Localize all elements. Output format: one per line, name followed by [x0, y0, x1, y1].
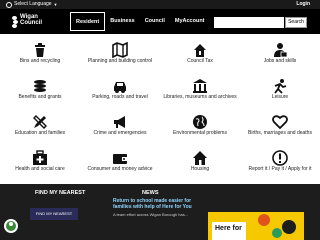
- utility-bar: Select Language ▼ Login: [0, 0, 320, 9]
- service-label: Health and social care: [15, 166, 65, 172]
- service-label: Benefits and grants: [18, 94, 62, 100]
- service-tile[interactable]: Jobs and skills: [240, 34, 320, 70]
- footer-section: FIND MY NEAREST NEWS FIND MY NEAREST Ret…: [0, 184, 320, 240]
- pencil-ruler-icon: [33, 115, 47, 129]
- megaphone-icon: [114, 116, 125, 128]
- nav-resident[interactable]: Resident: [70, 12, 106, 31]
- nav-council[interactable]: Council: [140, 12, 170, 31]
- service-label: Environmental problems: [173, 130, 227, 136]
- service-tile[interactable]: Libraries, museums and archives: [160, 70, 240, 106]
- promo-text: Here for: [215, 225, 242, 232]
- promo-card: Here for: [212, 222, 246, 240]
- service-label: Education and families: [14, 130, 66, 136]
- service-tile[interactable]: Parking, roads and travel: [80, 70, 160, 106]
- nav-myaccount[interactable]: MyAccount: [170, 12, 210, 31]
- service-tile[interactable]: Education and families: [0, 106, 80, 142]
- nav-business[interactable]: Business: [105, 12, 139, 31]
- house-icon: [193, 151, 207, 165]
- decorative-circle: [282, 220, 296, 234]
- service-label: Jobs and skills: [263, 58, 297, 64]
- find-nearest-heading: FIND MY NEAREST: [35, 190, 86, 196]
- logo-line2: Council: [20, 20, 42, 26]
- wigan-council-logo[interactable]: Wigan Council: [12, 13, 42, 31]
- chevron-down-icon: ▼: [53, 2, 58, 7]
- news-heading: NEWS: [142, 190, 159, 196]
- accessibility-icon[interactable]: [4, 219, 18, 233]
- service-label: Planning and building control: [87, 58, 153, 64]
- service-label: Bins and recycling: [19, 58, 61, 64]
- coins-icon: [34, 80, 46, 92]
- find-nearest-button[interactable]: FIND MY NEAREST: [30, 208, 78, 220]
- service-tile[interactable]: Consumer and money advice: [80, 142, 160, 178]
- heart-icon: [272, 115, 288, 130]
- service-label: Parking, roads and travel: [92, 94, 148, 100]
- service-label: Consumer and money advice: [87, 166, 153, 172]
- language-label: Select Language: [14, 1, 52, 7]
- language-selector[interactable]: Select Language ▼: [6, 1, 58, 8]
- search-button[interactable]: Search: [285, 17, 307, 28]
- service-tile[interactable]: Benefits and grants: [0, 70, 80, 106]
- service-label: Births, marriages and deaths: [248, 130, 312, 136]
- site-header: Wigan Council Resident Business Council …: [0, 9, 320, 34]
- search-form: Search: [214, 17, 307, 28]
- logo-mark-icon: [12, 16, 18, 28]
- bin-icon: [35, 43, 45, 57]
- person-skills-icon: [274, 43, 288, 58]
- service-tile[interactable]: Health and social care: [0, 142, 80, 178]
- service-tile[interactable]: Council Tax: [160, 34, 240, 70]
- alert-icon: [272, 150, 288, 166]
- service-label: Leisure: [271, 94, 289, 100]
- service-label: Council Tax: [187, 58, 213, 64]
- medical-bag-icon: [33, 150, 47, 165]
- service-label: Housing: [190, 166, 210, 172]
- service-label: Report it / Pay it / Apply for it: [248, 166, 312, 172]
- house-tax-icon: [194, 44, 206, 57]
- globe-icon: [6, 1, 12, 8]
- service-tile[interactable]: Environmental problems: [160, 106, 240, 142]
- car-icon: [114, 82, 126, 93]
- news-excerpt: A team effort across Wigan Borough has..…: [113, 212, 189, 217]
- service-tile[interactable]: Report it / Pay it / Apply for it: [240, 142, 320, 178]
- search-input[interactable]: [214, 17, 284, 28]
- service-tile[interactable]: Crime and emergencies: [80, 106, 160, 142]
- decorative-circle: [258, 214, 270, 226]
- service-tile[interactable]: Leisure: [240, 70, 320, 106]
- login-link[interactable]: Login: [296, 1, 310, 8]
- here-for-you-promo[interactable]: Here for: [208, 212, 304, 240]
- wallet-icon: [113, 154, 127, 164]
- map-icon: [112, 42, 128, 58]
- building-icon: [193, 79, 207, 93]
- service-tile[interactable]: Planning and building control: [80, 34, 160, 70]
- services-grid: Bins and recycling Planning and building…: [0, 34, 320, 180]
- decorative-circle: [272, 228, 282, 238]
- globe-icon: [193, 115, 207, 129]
- service-tile[interactable]: Bins and recycling: [0, 34, 80, 70]
- service-label: Crime and emergencies: [93, 130, 147, 136]
- service-tile[interactable]: Housing: [160, 142, 240, 178]
- service-tile[interactable]: Births, marriages and deaths: [240, 106, 320, 142]
- news-title-link[interactable]: Return to school made easier for familie…: [113, 198, 201, 210]
- service-label: Libraries, museums and archives: [163, 94, 237, 100]
- leisure-icon: [274, 79, 287, 94]
